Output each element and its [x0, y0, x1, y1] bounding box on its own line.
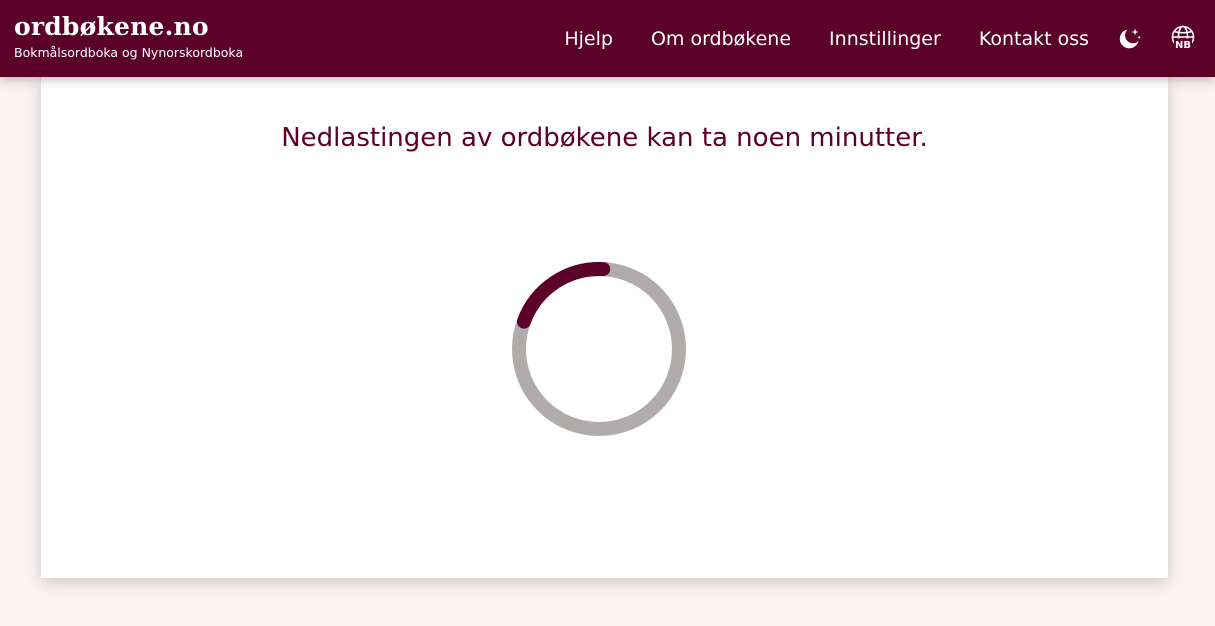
theme-toggle-button[interactable] [1115, 25, 1143, 53]
nav-link-help[interactable]: Hjelp [564, 28, 613, 50]
main-nav: Hjelp Om ordbøkene Innstillinger Kontakt… [564, 0, 1215, 77]
language-switch-button[interactable]: NB [1169, 25, 1197, 53]
language-code-label: NB [1175, 40, 1191, 51]
globe-icon: NB [1171, 25, 1195, 51]
loading-message: Nedlastingen av ordbøkene kan ta noen mi… [281, 123, 928, 153]
nav-link-about[interactable]: Om ordbøkene [651, 28, 791, 50]
moon-stars-icon [1119, 28, 1141, 48]
loading-card: Nedlastingen av ordbøkene kan ta noen mi… [41, 77, 1168, 578]
top-navigation-bar: ordbøkene.no Bokmålsordboka og Nynorskor… [0, 0, 1215, 77]
spinner-arc [516, 262, 611, 329]
site-logo-link[interactable]: ordbøkene.no Bokmålsordboka og Nynorskor… [14, 12, 243, 61]
site-title: ordbøkene.no [14, 12, 209, 41]
loading-spinner-icon [512, 262, 686, 436]
site-subtitle: Bokmålsordboka og Nynorskordboka [14, 45, 244, 60]
nav-link-contact[interactable]: Kontakt oss [979, 28, 1089, 50]
nav-link-settings[interactable]: Innstillinger [829, 28, 941, 50]
